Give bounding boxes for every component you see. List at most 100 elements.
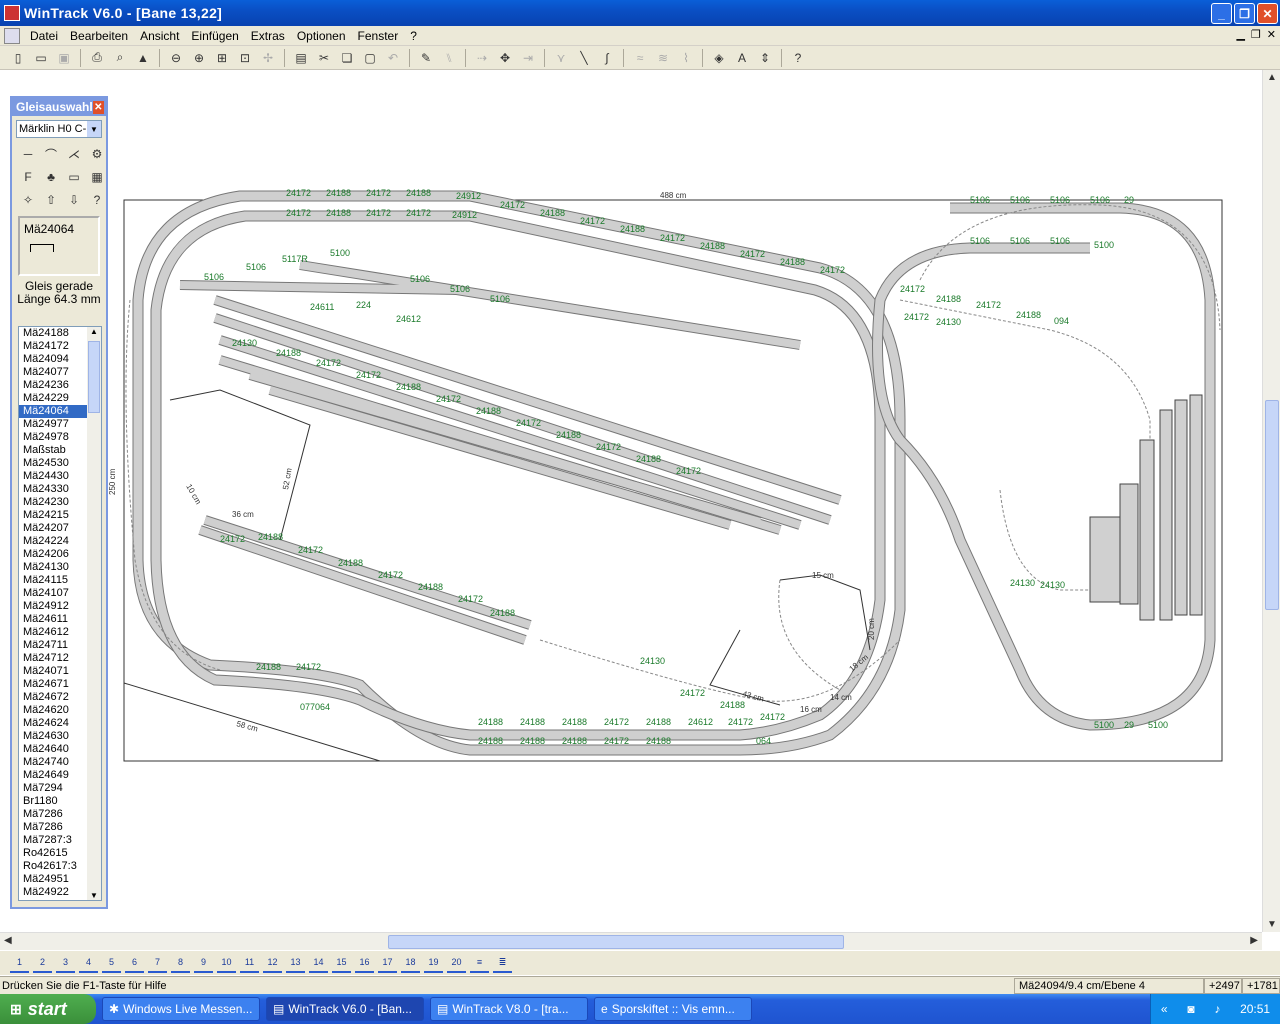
horizontal-scrollbar[interactable]: ◀ ▶ — [0, 932, 1262, 950]
paste-icon[interactable]: ▢ — [360, 48, 380, 68]
track-list-item[interactable]: Mä24922 — [19, 886, 89, 899]
properties-icon[interactable]: ▤ — [291, 48, 311, 68]
start-button[interactable]: ⊞ start — [0, 994, 96, 1024]
menu-ansicht[interactable]: Ansicht — [134, 29, 185, 43]
list-scroll-thumb[interactable] — [88, 341, 100, 413]
zoom-prev-icon[interactable]: ✢ — [258, 48, 278, 68]
track-list-item[interactable]: Mä24064 — [19, 405, 89, 418]
scroll-up-icon[interactable]: ▲ — [1267, 72, 1277, 83]
print-preview-icon[interactable]: ⌕ — [110, 48, 130, 68]
straight-track-icon[interactable]: ─ — [18, 144, 38, 164]
track-list-item[interactable]: Ro42615 — [19, 847, 89, 860]
layer-button[interactable]: 11 — [240, 954, 259, 973]
switch-icon[interactable]: ⋎ — [551, 48, 571, 68]
track-list[interactable]: ▲ ▼ Mä24188 Mä24172 Mä24094 Mä24077 Mä24236 M… — [18, 326, 102, 901]
split-track-icon[interactable]: ⑊ — [439, 48, 459, 68]
mdi-minimize-icon[interactable]: ▁ — [1236, 28, 1244, 41]
list-scroll-down-icon[interactable]: ▼ — [90, 891, 98, 900]
track-list-item[interactable]: Mä24951 — [19, 873, 89, 886]
edit-track-icon[interactable]: ✎ — [416, 48, 436, 68]
track-list-item[interactable]: Mä24977 — [19, 418, 89, 431]
flex-track2-icon[interactable]: ≋ — [653, 48, 673, 68]
track-list-item[interactable]: Mä7286 — [19, 808, 89, 821]
track-list-item[interactable]: Mä24712 — [19, 652, 89, 665]
vertical-scrollbar[interactable]: ▲ ▼ — [1262, 70, 1280, 932]
switch-track-icon[interactable]: ⋌ — [64, 144, 84, 164]
minimize-button[interactable]: _ — [1211, 3, 1232, 24]
layer-button[interactable]: 15 — [332, 954, 351, 973]
layer-button[interactable]: 19 — [424, 954, 443, 973]
save-icon[interactable]: ▣ — [54, 48, 74, 68]
open-icon[interactable]: ▭ — [31, 48, 51, 68]
track-list-item[interactable]: Mä24206 — [19, 548, 89, 561]
tools-icon[interactable]: ✧ — [18, 190, 38, 210]
catalog-select[interactable]: Märklin H0 C- ▼ — [16, 120, 102, 138]
layer-button[interactable]: 8 — [171, 954, 190, 973]
track-list-item[interactable]: Mä24224 — [19, 535, 89, 548]
tree-icon[interactable]: ♣ — [41, 167, 61, 187]
new-icon[interactable]: ▯ — [8, 48, 28, 68]
track-list-item[interactable]: Mä24188 — [19, 327, 89, 340]
track-list-item[interactable]: Mä24672 — [19, 691, 89, 704]
text-icon[interactable]: A — [732, 48, 752, 68]
track-list-item[interactable]: Mä24207 — [19, 522, 89, 535]
signal-icon[interactable]: ▦ — [87, 167, 107, 187]
layer-button[interactable]: 12 — [263, 954, 282, 973]
close-button[interactable]: ✕ — [1257, 3, 1278, 24]
zoom-all-icon[interactable]: ⊡ — [235, 48, 255, 68]
list-scroll-up-icon[interactable]: ▲ — [90, 327, 98, 336]
task-wintrack8[interactable]: ▤ WinTrack V8.0 - [tra... — [430, 997, 588, 1021]
building-icon[interactable]: ▭ — [64, 167, 84, 187]
copy-icon[interactable]: ❏ — [337, 48, 357, 68]
menu-fenster[interactable]: Fenster — [352, 29, 405, 43]
scroll-right-icon[interactable]: ▶ — [1250, 935, 1258, 946]
layer-button[interactable]: 3 — [56, 954, 75, 973]
menu-bearbeiten[interactable]: Bearbeiten — [64, 29, 134, 43]
track-list-item[interactable]: Mä24071 — [19, 665, 89, 678]
track-list-item[interactable]: Mä24229 — [19, 392, 89, 405]
track-list-item[interactable]: Mä7294 — [19, 782, 89, 795]
menu-einfuegen[interactable]: Einfügen — [185, 29, 244, 43]
layer-button[interactable]: 13 — [286, 954, 305, 973]
align-icon[interactable]: ⇥ — [518, 48, 538, 68]
zoom-out-icon[interactable]: ⊖ — [166, 48, 186, 68]
context-help-icon[interactable]: ? — [788, 48, 808, 68]
layer-button[interactable]: 6 — [125, 954, 144, 973]
cut-icon[interactable]: ✂ — [314, 48, 334, 68]
height-icon[interactable]: ⇕ — [755, 48, 775, 68]
curve-icon[interactable]: ╲ — [574, 48, 594, 68]
panel-close-button[interactable]: ✕ — [92, 100, 104, 114]
track-list-item[interactable]: Mä7287:3 — [19, 834, 89, 847]
task-wintrack6[interactable]: ▤ WinTrack V6.0 - [Ban... — [266, 997, 424, 1021]
network-icon[interactable]: ◙ — [1187, 1002, 1194, 1016]
task-browser[interactable]: e Sporskiftet :: Vis emn... — [594, 997, 752, 1021]
layer-button[interactable]: 10 — [217, 954, 236, 973]
flex-track-icon[interactable]: ≈ — [630, 48, 650, 68]
layer-button[interactable]: 2 — [33, 954, 52, 973]
layers-icon[interactable]: ◈ — [709, 48, 729, 68]
help-icon[interactable]: ? — [87, 190, 107, 210]
menu-help[interactable]: ? — [404, 29, 423, 43]
tray-arrow-icon[interactable]: « — [1161, 1002, 1168, 1016]
print-icon[interactable]: ⎙ — [87, 48, 107, 68]
track-list-item[interactable]: Mä24912 — [19, 600, 89, 613]
flex-curve-icon[interactable]: ∫ — [597, 48, 617, 68]
layer-button[interactable]: 7 — [148, 954, 167, 973]
menu-datei[interactable]: Datei — [24, 29, 64, 43]
track-list-item[interactable]: Mä24330 — [19, 483, 89, 496]
drawing-canvas[interactable]: 488 cm 250 cm 24172 24188 24172 24188 24… — [0, 70, 1262, 932]
mdi-restore-icon[interactable]: ❐ — [1251, 28, 1261, 41]
curved-track-icon[interactable]: ⌒ — [41, 144, 61, 164]
panel-header[interactable]: Gleisauswahl ✕ — [12, 98, 106, 116]
track-list-item[interactable]: Mä24649 — [19, 769, 89, 782]
track-layout[interactable]: 488 cm 250 cm 24172 24188 24172 24188 24… — [0, 70, 1262, 932]
menu-extras[interactable]: Extras — [245, 29, 291, 43]
track-list-item[interactable]: Mä24740 — [19, 756, 89, 769]
track-list-item[interactable]: Mä24430 — [19, 470, 89, 483]
layer-button[interactable]: 14 — [309, 954, 328, 973]
layer-button[interactable]: 16 — [355, 954, 374, 973]
track-list-item[interactable]: Mä24671 — [19, 678, 89, 691]
horizontal-scroll-thumb[interactable] — [388, 935, 844, 949]
track-list-item[interactable]: Mä24611 — [19, 613, 89, 626]
track-list-item[interactable]: Mä24620 — [19, 704, 89, 717]
